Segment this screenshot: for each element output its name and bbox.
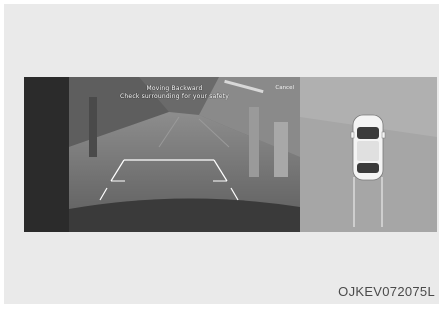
warning-line-2: Check surrounding for your safety: [120, 93, 229, 100]
car-icon: [350, 114, 386, 181]
rear-camera-view: Moving Backward Check surrounding for yo…: [69, 77, 300, 232]
rear-view-display: Moving Backward Check surrounding for yo…: [24, 77, 437, 232]
left-panel: [24, 77, 69, 232]
figure-code: OJKEV072075L: [338, 284, 435, 299]
warning-line-1: Moving Backward: [146, 85, 203, 92]
vehicle-top-view: [300, 77, 437, 232]
cancel-button[interactable]: Cancel: [275, 84, 294, 92]
display-figure: Moving Backward Check surrounding for yo…: [4, 4, 439, 304]
warning-message: Moving Backward Check surrounding for yo…: [69, 85, 280, 101]
top-down-view: [300, 77, 437, 232]
